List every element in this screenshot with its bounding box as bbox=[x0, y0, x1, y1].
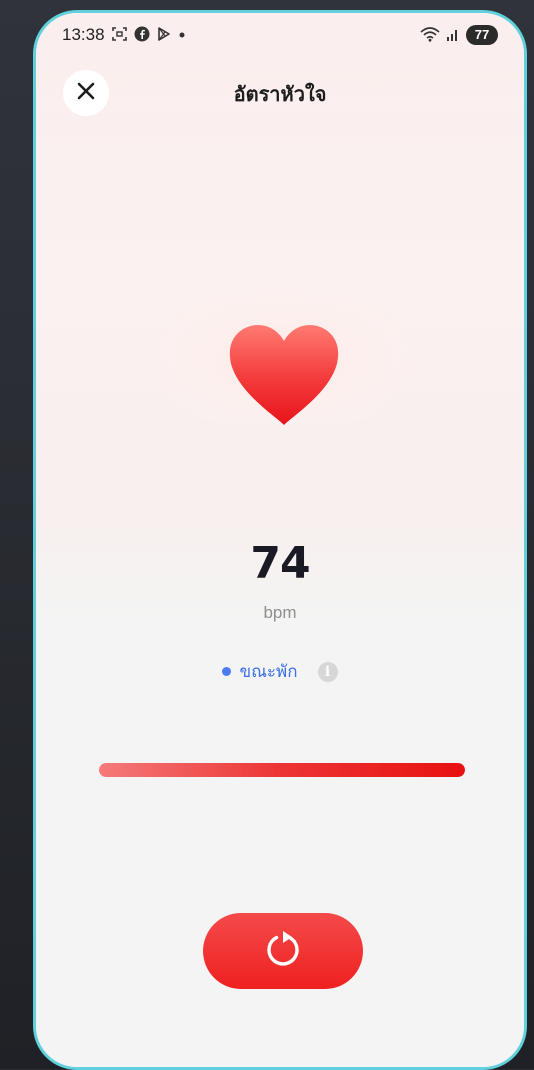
refresh-button[interactable] bbox=[203, 913, 363, 989]
signal-icon bbox=[446, 26, 460, 45]
bpm-unit: bpm bbox=[263, 603, 297, 622]
page-title: อัตราหัวใจ bbox=[233, 82, 327, 106]
status-right: 77 bbox=[420, 25, 498, 45]
phone-screen: 13:38 77 อัตราหัวใจ 74 bpm ขณะพัก i bbox=[33, 10, 527, 1070]
battery-indicator: 77 bbox=[466, 25, 498, 45]
state-row: ขณะพัก i bbox=[36, 658, 524, 685]
status-bar: 13:38 77 bbox=[36, 13, 524, 57]
state-label: ขณะพัก bbox=[239, 662, 298, 682]
status-left: 13:38 bbox=[62, 25, 186, 45]
wifi-icon bbox=[420, 26, 440, 45]
heart-icon bbox=[226, 321, 342, 429]
screenshot-icon bbox=[111, 26, 128, 45]
state-dot bbox=[222, 667, 232, 676]
bpm-value: 74 bbox=[250, 538, 310, 589]
facebook-icon bbox=[134, 26, 150, 45]
info-icon[interactable]: i bbox=[317, 661, 338, 682]
header: อัตราหัวใจ bbox=[36, 65, 524, 121]
measurement-progress-bar bbox=[99, 763, 465, 777]
refresh-icon bbox=[263, 929, 303, 973]
progress-fill bbox=[99, 763, 465, 777]
dot-icon bbox=[178, 26, 186, 45]
play-store-icon bbox=[156, 26, 172, 45]
status-time: 13:38 bbox=[62, 25, 105, 44]
